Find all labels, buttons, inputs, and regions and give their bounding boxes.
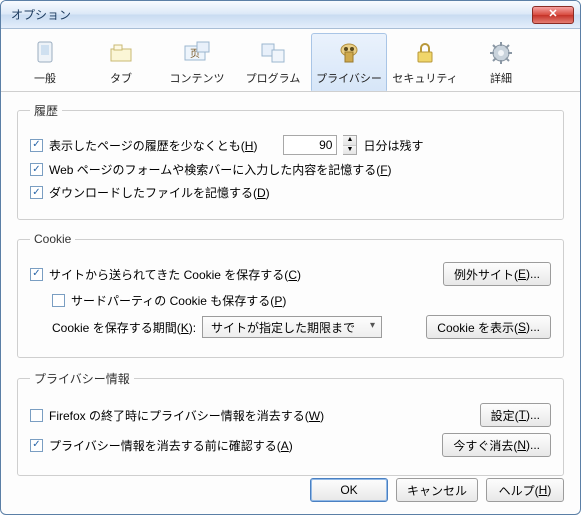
- history-form-row: Web ページのフォームや検索バーに入力した内容を記憶する(F): [30, 161, 551, 178]
- clear-on-close-checkbox[interactable]: [30, 409, 43, 422]
- label-text: Web ページのフォームや検索バーに入力した内容を記憶する(F): [49, 161, 392, 178]
- cookie-legend: Cookie: [30, 232, 75, 246]
- privacy-legend: プライバシー情報: [30, 370, 134, 387]
- show-cookies-button[interactable]: Cookie を表示(S)...: [426, 315, 551, 339]
- privacy-ask-row: プライバシー情報を消去する前に確認する(A) 今すぐ消去(N)...: [30, 433, 551, 457]
- content-icon: 页: [182, 38, 212, 68]
- clear-now-button[interactable]: 今すぐ消去(N)...: [442, 433, 551, 457]
- spin-down[interactable]: ▼: [343, 146, 356, 155]
- label-text: サードパーティの Cookie も保存する(P): [71, 292, 286, 309]
- applications-icon: [258, 38, 288, 68]
- label-text: 表示したページの履歴を少なくとも(H): [49, 137, 257, 154]
- tab-label: 一般: [34, 70, 56, 86]
- privacy-settings-button[interactable]: 設定(T)...: [480, 403, 551, 427]
- window-title: オプション: [11, 6, 71, 23]
- privacy-icon: [334, 38, 364, 68]
- exceptions-button[interactable]: 例外サイト(E)...: [443, 262, 551, 286]
- history-form-checkbox[interactable]: [30, 163, 43, 176]
- label-text: Firefox の終了時にプライバシー情報を消去する(W): [49, 407, 324, 424]
- history-days-spinner[interactable]: ▲▼: [343, 135, 357, 155]
- privacy-group: プライバシー情報 Firefox の終了時にプライバシー情報を消去する(W) 設…: [17, 370, 564, 476]
- gear-icon: [486, 38, 516, 68]
- privacy-ask-checkbox[interactable]: [30, 439, 43, 452]
- tab-general[interactable]: 一般: [7, 33, 83, 91]
- privacy-clear-on-close-row: Firefox の終了時にプライバシー情報を消去する(W) 設定(T)...: [30, 403, 551, 427]
- tab-security[interactable]: セキュリティ: [387, 33, 463, 91]
- pane: 履歴 表示したページの履歴を少なくとも(H) ▲▼ 日分は残す Web ページの…: [1, 92, 580, 496]
- category-toolbar: 一般 タブ 页 コンテンツ プログラム: [1, 29, 580, 92]
- spin-up[interactable]: ▲: [343, 136, 356, 146]
- tab-label: タブ: [110, 70, 132, 86]
- history-days-checkbox[interactable]: [30, 139, 43, 152]
- history-days-input[interactable]: [283, 135, 337, 155]
- label-text: Cookie を保存する期間(K):: [52, 319, 196, 336]
- cookie-thirdparty-row: サードパーティの Cookie も保存する(P): [52, 292, 551, 309]
- label-text: 日分は残す: [363, 137, 423, 154]
- tab-advanced[interactable]: 詳細: [463, 33, 539, 91]
- titlebar: オプション ✕: [1, 1, 580, 29]
- general-icon: [30, 38, 60, 68]
- history-download-checkbox[interactable]: [30, 186, 43, 199]
- cookie-keep-select[interactable]: サイトが指定した期限まで: [202, 316, 382, 338]
- ok-button[interactable]: OK: [310, 478, 388, 502]
- cookie-group: Cookie サイトから送られてきた Cookie を保存する(C) 例外サイト…: [17, 232, 564, 358]
- tab-privacy[interactable]: プライバシー: [311, 33, 387, 91]
- history-download-row: ダウンロードしたファイルを記憶する(D): [30, 184, 551, 201]
- tab-content[interactable]: 页 コンテンツ: [159, 33, 235, 91]
- history-group: 履歴 表示したページの履歴を少なくとも(H) ▲▼ 日分は残す Web ページの…: [17, 102, 564, 220]
- label-text: ダウンロードしたファイルを記憶する(D): [49, 184, 270, 201]
- history-legend: 履歴: [30, 102, 62, 119]
- tab-label: プライバシー: [316, 70, 382, 86]
- history-days-row: 表示したページの履歴を少なくとも(H) ▲▼ 日分は残す: [30, 135, 551, 155]
- tab-applications[interactable]: プログラム: [235, 33, 311, 91]
- tab-label: 詳細: [490, 70, 512, 86]
- close-button[interactable]: ✕: [532, 6, 574, 24]
- tab-label: セキュリティ: [392, 70, 457, 86]
- cookie-accept-row: サイトから送られてきた Cookie を保存する(C) 例外サイト(E)...: [30, 262, 551, 286]
- cookie-thirdparty-checkbox[interactable]: [52, 294, 65, 307]
- cookie-accept-checkbox[interactable]: [30, 268, 43, 281]
- lock-icon: [410, 38, 440, 68]
- label-text: サイトから送られてきた Cookie を保存する(C): [49, 266, 301, 283]
- options-window: オプション ✕ 一般 タブ 页 コンテンツ: [0, 0, 581, 515]
- tabs-icon: [106, 38, 136, 68]
- tab-label: プログラム: [246, 70, 301, 86]
- help-button[interactable]: ヘルプ(H): [486, 478, 564, 502]
- tab-label: コンテンツ: [170, 70, 225, 86]
- cancel-button[interactable]: キャンセル: [396, 478, 478, 502]
- label-text: プライバシー情報を消去する前に確認する(A): [49, 437, 293, 454]
- tab-tabs[interactable]: タブ: [83, 33, 159, 91]
- dialog-buttons: OK キャンセル ヘルプ(H): [310, 478, 564, 502]
- cookie-keep-row: Cookie を保存する期間(K): サイトが指定した期限まで Cookie を…: [52, 315, 551, 339]
- content: 一般 タブ 页 コンテンツ プログラム: [1, 29, 580, 496]
